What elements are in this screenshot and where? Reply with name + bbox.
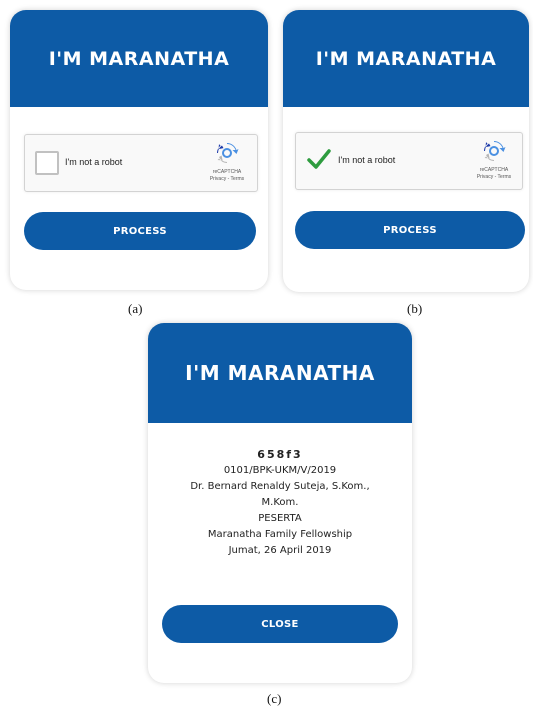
- caption-b: (b): [407, 301, 423, 316]
- registration-details: 658f3 0101/BPK-UKM/V/2019 Dr. Bernard Re…: [148, 447, 412, 559]
- close-button[interactable]: CLOSE: [162, 605, 398, 643]
- recaptcha-checkbox[interactable]: [35, 151, 59, 175]
- app-header: I'M MARANATHA: [10, 10, 268, 107]
- event-name: Maranatha Family Fellowship: [207, 529, 353, 540]
- recaptcha-widget: I'm not a robot reCAPTCHA Privacy - Term…: [24, 134, 258, 192]
- recaptcha-logo-icon: [484, 141, 506, 161]
- recaptcha-label: I'm not a robot: [65, 157, 123, 167]
- panel-a: I'M MARANATHA I'm not a robot reCAPTCHA …: [10, 10, 268, 290]
- process-button[interactable]: PROCESS: [24, 212, 256, 250]
- recaptcha-brand: reCAPTCHA Privacy - Terms: [201, 169, 253, 183]
- recaptcha-widget: I'm not a robot reCAPTCHA Privacy - Term…: [295, 132, 523, 190]
- app-header: I'M MARANATHA: [148, 323, 412, 423]
- recaptcha-brand: reCAPTCHA Privacy - Terms: [468, 167, 520, 181]
- caption-a: (a): [128, 301, 143, 316]
- app-title: I'M MARANATHA: [315, 47, 497, 70]
- registration-number: 0101/BPK-UKM/V/2019: [223, 465, 337, 476]
- app-title: I'M MARANATHA: [185, 361, 375, 385]
- recaptcha-links[interactable]: Privacy - Terms: [201, 176, 253, 183]
- panel-b: I'M MARANATHA I'm not a robot reCAPTCHA …: [283, 10, 529, 292]
- process-button[interactable]: PROCESS: [295, 211, 525, 249]
- recaptcha-logo-icon: [217, 143, 239, 163]
- participant-name-cont: M.Kom.: [261, 497, 299, 508]
- process-button-label: PROCESS: [383, 224, 437, 236]
- app-title: I'M MARANATHA: [48, 47, 230, 70]
- app-header: I'M MARANATHA: [283, 10, 529, 107]
- event-date: Jumat, 26 April 2019: [228, 545, 332, 556]
- registration-code: 658f3: [257, 448, 303, 461]
- participant-role: PESERTA: [258, 513, 302, 524]
- caption-c: (c): [267, 691, 282, 706]
- recaptcha-links[interactable]: Privacy - Terms: [468, 174, 520, 181]
- close-button-label: CLOSE: [261, 618, 299, 630]
- panel-c: I'M MARANATHA 658f3 0101/BPK-UKM/V/2019 …: [148, 323, 412, 683]
- process-button-label: PROCESS: [113, 225, 167, 237]
- recaptcha-label: I'm not a robot: [338, 155, 396, 165]
- check-mark-icon[interactable]: [306, 147, 332, 171]
- participant-name: Dr. Bernard Renaldy Suteja, S.Kom.,: [190, 481, 370, 492]
